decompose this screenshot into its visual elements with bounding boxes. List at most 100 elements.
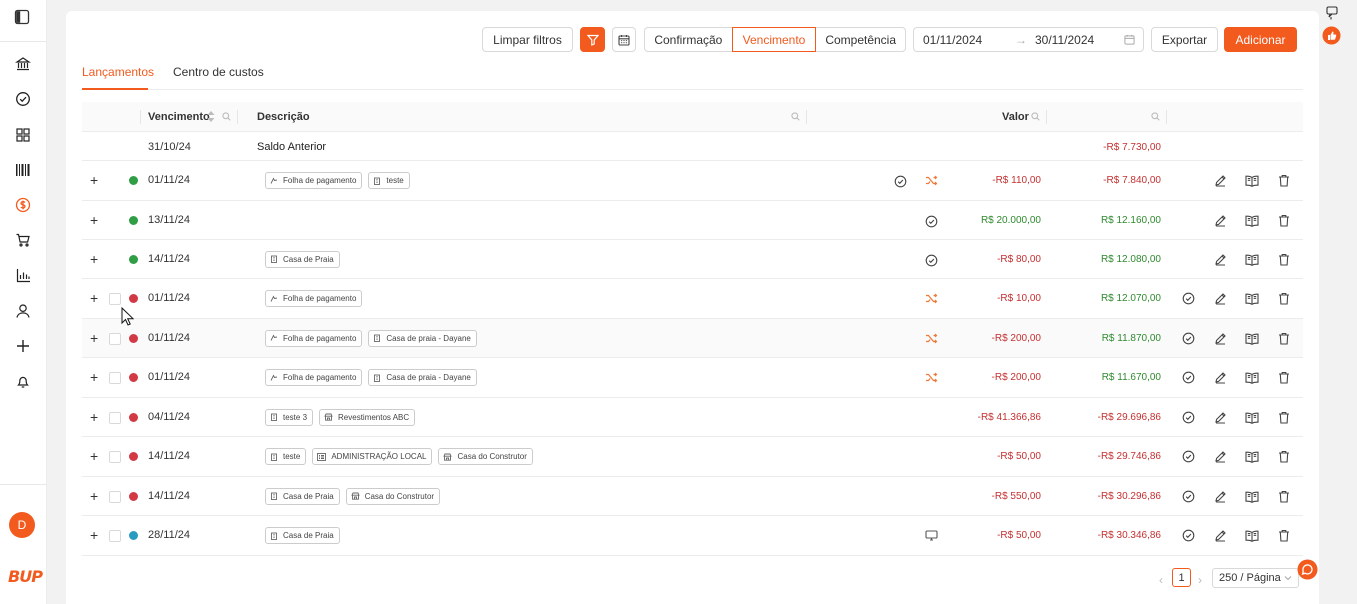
ledger-icon[interactable]	[1245, 491, 1259, 503]
ledger-icon[interactable]	[1245, 372, 1259, 384]
confirmed-icon[interactable]	[925, 254, 938, 267]
plus-icon[interactable]	[12, 335, 34, 357]
like-icon[interactable]	[1322, 26, 1341, 45]
cost-tag[interactable]: Casa do Construtor	[438, 448, 533, 465]
trash-icon[interactable]	[1278, 292, 1290, 305]
check-circle-icon[interactable]	[12, 88, 34, 110]
trash-icon[interactable]	[1278, 411, 1290, 424]
table-row[interactable]: +14/11/24 Casa de Praia Casa do Construtor…	[82, 477, 1303, 516]
date-range-start[interactable]: 01/11/2024	[923, 33, 982, 47]
ledger-icon[interactable]	[1245, 293, 1259, 305]
cost-tag[interactable]: Folha de pagamento	[265, 329, 363, 347]
edit-icon[interactable]	[1214, 371, 1227, 384]
cost-tag[interactable]: Casa de praia - Dayane	[368, 369, 477, 386]
page-size-select[interactable]: 250 / Página	[1212, 568, 1299, 588]
clear-filters-button[interactable]: Limpar filtros	[482, 27, 573, 52]
barcode-icon[interactable]	[12, 159, 34, 181]
trash-icon[interactable]	[1278, 253, 1290, 266]
expand-row-icon[interactable]: +	[90, 448, 98, 464]
expand-row-icon[interactable]: +	[90, 212, 98, 228]
confirm-icon[interactable]	[1182, 450, 1195, 463]
confirmed-icon[interactable]	[894, 175, 907, 188]
feedback-icon[interactable]	[1326, 6, 1338, 20]
user-icon[interactable]	[12, 300, 34, 322]
expand-row-icon[interactable]: +	[90, 172, 98, 188]
search-icon[interactable]	[1031, 112, 1040, 121]
trash-icon[interactable]	[1278, 214, 1290, 227]
sort-icon[interactable]	[207, 111, 215, 122]
edit-icon[interactable]	[1214, 490, 1227, 503]
row-checkbox[interactable]	[109, 490, 121, 503]
date-range-picker[interactable]: 01/11/2024 → 30/11/2024	[913, 27, 1144, 52]
trash-icon[interactable]	[1278, 450, 1290, 463]
recurring-icon[interactable]	[925, 175, 938, 186]
monitor-icon[interactable]	[925, 530, 938, 541]
search-icon[interactable]	[1151, 112, 1160, 121]
date-range-end[interactable]: 30/11/2024	[1035, 33, 1094, 47]
ledger-icon[interactable]	[1245, 333, 1259, 345]
recurring-icon[interactable]	[925, 372, 938, 383]
cost-tag[interactable]: Casa do Construtor	[345, 487, 441, 505]
confirm-icon[interactable]	[1182, 529, 1195, 542]
export-button[interactable]: Exportar	[1151, 27, 1218, 52]
search-icon[interactable]	[222, 112, 231, 121]
dollar-icon[interactable]	[12, 194, 34, 216]
table-row[interactable]: +01/11/24 Folha de pagamento teste -R$ 110,…	[82, 161, 1303, 201]
table-row[interactable]: +28/11/24 Casa de Praia -R$ 50,00 -R$ 30.34…	[82, 516, 1303, 556]
edit-icon[interactable]	[1214, 292, 1227, 305]
expand-row-icon[interactable]: +	[90, 330, 98, 346]
bank-icon[interactable]	[12, 53, 34, 75]
pagination-prev-icon[interactable]: ‹	[1159, 573, 1163, 587]
tab-centro-de-custos[interactable]: Centro de custos	[173, 65, 264, 79]
sidebar-toggle-icon[interactable]	[14, 9, 30, 25]
cost-tag[interactable]: ADMINISTRAÇÃO LOCAL	[312, 448, 433, 465]
user-avatar[interactable]: D	[9, 512, 35, 538]
row-checkbox[interactable]	[109, 293, 121, 305]
edit-icon[interactable]	[1214, 332, 1227, 345]
cost-tag[interactable]: teste 3	[265, 408, 314, 426]
date-mode-vencimento[interactable]: Vencimento	[731, 27, 817, 52]
pagination-page-current[interactable]: 1	[1172, 568, 1191, 587]
cart-icon[interactable]	[12, 229, 34, 251]
table-row[interactable]: +13/11/24 R$ 20.000,00 R$ 12.160,00	[82, 201, 1303, 240]
expand-row-icon[interactable]: +	[90, 488, 98, 504]
trash-icon[interactable]	[1278, 371, 1290, 384]
add-button[interactable]: Adicionar	[1224, 27, 1297, 52]
row-checkbox[interactable]	[109, 411, 121, 424]
pagination-next-icon[interactable]: ›	[1198, 573, 1202, 587]
confirm-icon[interactable]	[1182, 411, 1195, 424]
confirm-icon[interactable]	[1182, 332, 1195, 345]
ledger-icon[interactable]	[1245, 530, 1259, 542]
cost-tag[interactable]: Casa de Praia	[265, 487, 340, 505]
cost-tag[interactable]: Casa de Praia	[265, 527, 340, 544]
header-descricao[interactable]: Descrição	[257, 111, 310, 123]
ledger-icon[interactable]	[1245, 175, 1259, 187]
ledger-icon[interactable]	[1245, 254, 1259, 266]
bar-chart-icon[interactable]	[12, 264, 34, 286]
ledger-icon[interactable]	[1245, 215, 1259, 227]
table-row[interactable]: +01/11/24 Folha de pagamento Casa de praia…	[82, 319, 1303, 358]
filter-button[interactable]	[580, 27, 605, 52]
chat-icon[interactable]	[1297, 559, 1318, 580]
cost-tag[interactable]: Folha de pagamento	[265, 172, 363, 189]
table-row[interactable]: +01/11/24 Folha de pagamento Casa de praia…	[82, 358, 1303, 398]
edit-icon[interactable]	[1214, 253, 1227, 266]
edit-icon[interactable]	[1214, 214, 1227, 227]
date-mode-competencia[interactable]: Competência	[815, 27, 906, 52]
edit-icon[interactable]	[1214, 529, 1227, 542]
recurring-icon[interactable]	[925, 333, 938, 344]
expand-row-icon[interactable]: +	[90, 527, 98, 543]
recurring-icon[interactable]	[925, 293, 938, 304]
row-checkbox[interactable]	[109, 451, 121, 463]
date-mode-confirmacao[interactable]: Confirmação	[644, 27, 733, 52]
table-row[interactable]: +04/11/24 teste 3 Revestimentos ABC -R$ 41.…	[82, 398, 1303, 437]
ledger-icon[interactable]	[1245, 412, 1259, 424]
expand-row-icon[interactable]: +	[90, 409, 98, 425]
expand-row-icon[interactable]: +	[90, 369, 98, 385]
confirm-icon[interactable]	[1182, 371, 1195, 384]
confirmed-icon[interactable]	[925, 215, 938, 228]
table-row[interactable]: +14/11/24 Casa de Praia -R$ 80,00 R$ 12.080…	[82, 240, 1303, 279]
table-row[interactable]: +14/11/24 teste ADMINISTRAÇÃO LOCAL Casa do…	[82, 437, 1303, 477]
cost-tag[interactable]: Casa de Praia	[265, 250, 340, 268]
table-row[interactable]: +01/11/24 Folha de pagamento -R$ 10,00 R$ 1…	[82, 279, 1303, 319]
